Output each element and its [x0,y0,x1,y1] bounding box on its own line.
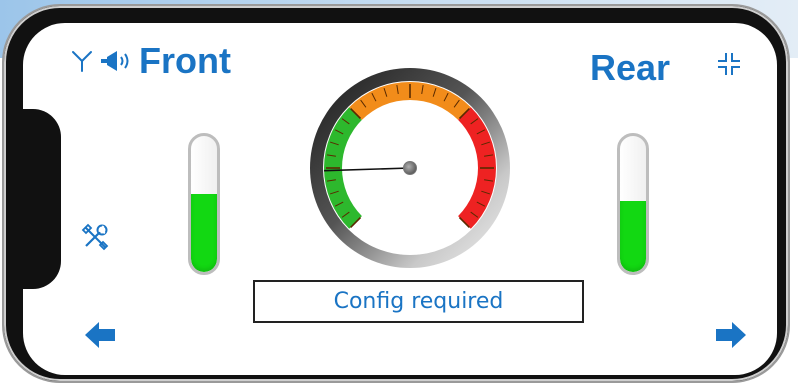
front-label[interactable]: Front [139,43,231,79]
status-box: Config required [253,280,584,323]
phone-screen: Front Rear Config required [23,23,777,375]
speaker-icon[interactable] [99,49,133,73]
front-level-fill [191,194,217,272]
front-level-meter [188,133,220,275]
status-text: Config required [333,289,504,314]
rear-level-meter [617,133,649,275]
speed-gauge [310,68,510,268]
collapse-icon[interactable] [716,51,742,77]
antenna-icon [71,50,93,72]
arrow-right-icon[interactable] [715,321,747,349]
rear-label[interactable]: Rear [590,50,670,86]
arrow-left-icon[interactable] [84,321,116,349]
tools-icon[interactable] [81,223,109,251]
phone-frame: Front Rear Config required [2,4,790,383]
gauge-hub [403,161,417,175]
phone-notch [23,109,61,289]
front-header: Front [71,43,231,79]
rear-level-fill [620,201,646,272]
